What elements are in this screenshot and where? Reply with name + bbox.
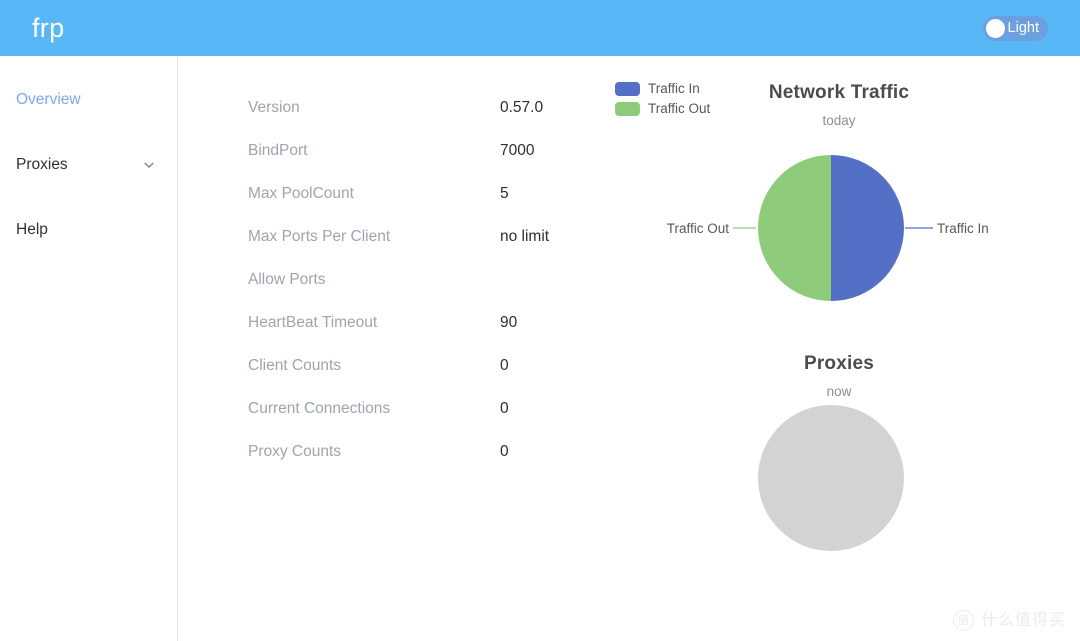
app-header: frp Light <box>0 0 1080 56</box>
table-row: Current Connections 0 <box>178 387 598 430</box>
frp-dashboard: frp Light Overview Proxies Help Version … <box>0 0 1080 641</box>
legend-swatch-icon <box>615 82 640 96</box>
info-label: Proxy Counts <box>248 442 342 460</box>
theme-toggle-label: Light <box>1007 19 1039 36</box>
table-row: Max PoolCount 5 <box>178 172 598 215</box>
pie-label-traffic-out: Traffic Out <box>667 221 730 236</box>
info-label: Max Ports Per Client <box>248 227 391 245</box>
info-label: HeartBeat Timeout <box>248 313 378 331</box>
sidebar-item-help[interactable]: Help <box>0 208 177 251</box>
theme-toggle[interactable]: Light <box>982 15 1048 41</box>
chart-subtitle: today <box>822 113 856 128</box>
info-label: Max PoolCount <box>248 184 354 202</box>
proxies-empty-pie-svg[interactable] <box>598 398 1080 578</box>
charts-column: Traffic In Traffic Out Network Traffic t… <box>598 56 1080 641</box>
traffic-pie-svg[interactable]: Traffic Out Traffic In <box>598 128 1080 328</box>
network-traffic-chart[interactable]: Traffic In Traffic Out Network Traffic t… <box>598 56 1080 328</box>
traffic-pie-wrap: Traffic Out Traffic In <box>598 128 1080 328</box>
table-row: BindPort 7000 <box>178 129 598 172</box>
pie-label-traffic-in: Traffic In <box>937 221 989 236</box>
info-label: Version <box>248 98 300 116</box>
info-value: 0.57.0 <box>500 98 544 116</box>
proxies-chart[interactable]: Proxies now <box>598 328 1080 579</box>
server-info-panel: Version 0.57.0 BindPort 7000 Max PoolCou… <box>178 56 598 641</box>
info-value: 0 <box>500 442 509 460</box>
chart-legend: Traffic In Traffic Out <box>615 82 710 116</box>
sidebar-item-label: Help <box>16 220 48 238</box>
table-row: Client Counts 0 <box>178 344 598 387</box>
info-label: Current Connections <box>248 399 391 417</box>
sidebar-item-overview[interactable]: Overview <box>0 78 177 121</box>
legend-label: Traffic In <box>648 81 700 97</box>
app-logo: frp <box>32 12 65 43</box>
chart-subtitle: now <box>826 383 852 399</box>
info-value: 90 <box>500 313 518 331</box>
table-row: Proxy Counts 0 <box>178 430 598 473</box>
info-value: 7000 <box>500 141 535 159</box>
info-label: Allow Ports <box>248 270 326 288</box>
info-value: no limit <box>500 227 550 245</box>
proxies-pie-wrap <box>598 398 1080 578</box>
legend-label: Traffic Out <box>648 101 711 117</box>
sidebar-item-label: Overview <box>16 90 81 108</box>
table-row: Max Ports Per Client no limit <box>178 215 598 258</box>
sidebar-item-label: Proxies <box>16 155 68 173</box>
legend-swatch-icon <box>615 102 640 116</box>
table-row: HeartBeat Timeout 90 <box>178 301 598 344</box>
table-row: Allow Ports <box>178 258 598 301</box>
info-value: 5 <box>500 184 509 202</box>
chevron-down-icon <box>144 162 154 168</box>
info-label: BindPort <box>248 141 308 159</box>
sidebar-item-proxies[interactable]: Proxies <box>0 143 177 186</box>
table-row: Version 0.57.0 <box>178 86 598 129</box>
chart-title: Proxies <box>803 352 875 374</box>
info-value: 0 <box>500 356 509 374</box>
info-label: Client Counts <box>248 356 342 374</box>
toggle-knob-icon <box>985 18 1005 38</box>
sidebar: Overview Proxies Help <box>0 56 178 641</box>
info-value: 0 <box>500 399 509 417</box>
legend-item-traffic-in[interactable]: Traffic In <box>615 82 710 96</box>
legend-item-traffic-out[interactable]: Traffic Out <box>615 102 710 116</box>
